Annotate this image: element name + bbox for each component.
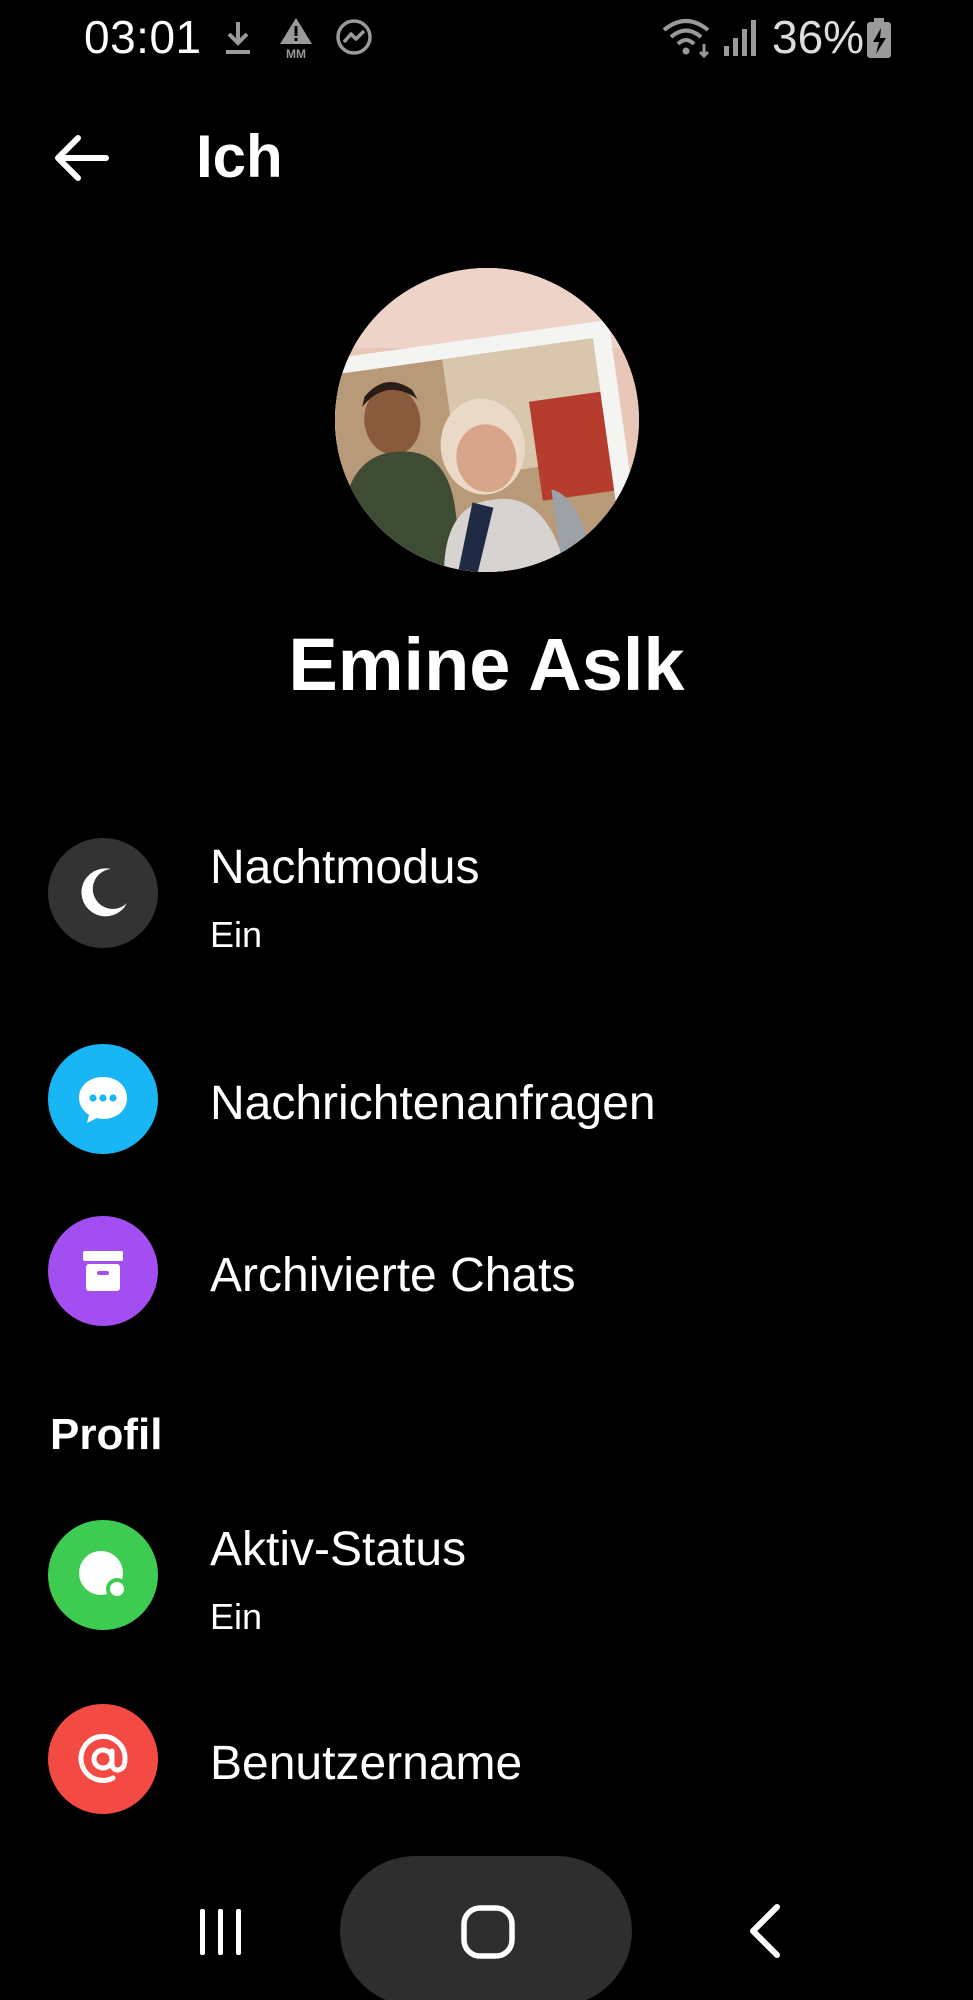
menu-item-username[interactable]: Benutzername bbox=[0, 1700, 973, 1820]
username-label: Benutzername bbox=[210, 1737, 523, 1790]
recents-button[interactable] bbox=[186, 1900, 256, 1964]
night-mode-label: Nachtmodus bbox=[210, 841, 480, 894]
menu-item-night-mode[interactable]: Nachtmodus Ein bbox=[0, 830, 973, 955]
chat-bubble-icon-badge bbox=[48, 1044, 158, 1154]
menu-item-active-status[interactable]: Aktiv-Status Ein bbox=[0, 1512, 973, 1637]
night-mode-value: Ein bbox=[210, 914, 263, 955]
back-icon bbox=[750, 1904, 780, 1958]
active-status-value: Ein bbox=[210, 1596, 263, 1637]
arrow-left-icon bbox=[55, 135, 109, 181]
archived-chats-label: Archivierte Chats bbox=[210, 1249, 576, 1302]
battery-percent: 36% bbox=[772, 11, 865, 63]
alert-mm-icon: MM bbox=[278, 16, 314, 60]
signal-icon bbox=[722, 16, 758, 60]
active-status-icon-badge bbox=[48, 1520, 158, 1630]
active-status-icon bbox=[79, 1551, 128, 1600]
page-title: Ich bbox=[196, 123, 283, 190]
at-sign-icon bbox=[78, 1733, 128, 1783]
svg-text:MM: MM bbox=[286, 47, 306, 60]
messenger-icon bbox=[334, 16, 374, 60]
active-status-label: Aktiv-Status bbox=[210, 1523, 467, 1576]
moon-icon-badge bbox=[48, 838, 158, 948]
nav-back-button[interactable] bbox=[730, 1898, 800, 1964]
status-bar: 03:01 MM 36% bbox=[0, 0, 973, 80]
menu-item-message-requests[interactable]: Nachrichtenanfragen bbox=[0, 1040, 973, 1160]
status-time: 03:01 bbox=[84, 11, 202, 63]
chat-bubble-icon bbox=[79, 1077, 127, 1123]
profile-name: Emine Aslk bbox=[288, 623, 685, 706]
home-button[interactable] bbox=[456, 1900, 520, 1964]
messenger-profile-screen: 03:01 MM 36% Ich Emine Aslk Nachtmodus E… bbox=[0, 0, 973, 2000]
section-title-profile: Profil bbox=[50, 1410, 163, 1459]
download-icon bbox=[222, 16, 254, 60]
avatar[interactable] bbox=[335, 268, 639, 572]
archive-box-icon-badge bbox=[48, 1216, 158, 1326]
message-requests-label: Nachrichtenanfragen bbox=[210, 1077, 656, 1130]
home-icon bbox=[461, 1905, 515, 1959]
battery-charging-icon bbox=[864, 16, 894, 60]
recents-icon bbox=[200, 1909, 241, 1955]
profile-photo bbox=[335, 268, 639, 572]
archive-box-icon bbox=[83, 1251, 123, 1291]
wifi-icon bbox=[660, 16, 714, 60]
back-button[interactable] bbox=[50, 126, 120, 190]
moon-icon bbox=[81, 868, 127, 917]
at-sign-icon-badge bbox=[48, 1704, 158, 1814]
menu-item-archived-chats[interactable]: Archivierte Chats bbox=[0, 1212, 973, 1332]
